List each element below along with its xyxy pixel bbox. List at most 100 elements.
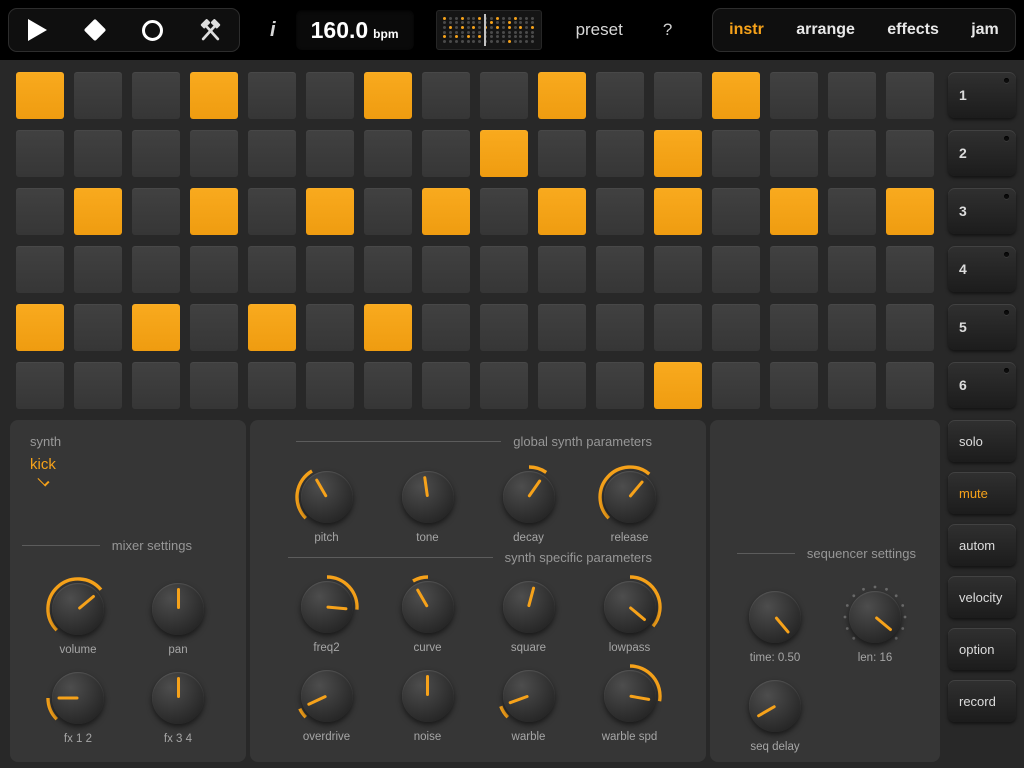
step-r3-c13[interactable] (712, 188, 760, 235)
step-r6-c7[interactable] (364, 362, 412, 409)
knob-pan[interactable]: pan (128, 575, 228, 656)
track-button-4[interactable]: 4 (948, 246, 1016, 292)
step-r1-c6[interactable] (306, 72, 354, 119)
play-button[interactable] (16, 10, 60, 50)
step-r5-c15[interactable] (828, 304, 876, 351)
pattern-minimap[interactable] (435, 10, 542, 50)
option-button[interactable]: option (948, 628, 1016, 670)
step-r5-c14[interactable] (770, 304, 818, 351)
synth-value[interactable]: kick (30, 456, 246, 473)
step-r6-c15[interactable] (828, 362, 876, 409)
step-r4-c14[interactable] (770, 246, 818, 293)
step-r5-c4[interactable] (190, 304, 238, 351)
step-r6-c6[interactable] (306, 362, 354, 409)
step-r4-c11[interactable] (596, 246, 644, 293)
step-r2-c13[interactable] (712, 130, 760, 177)
step-r5-c16[interactable] (886, 304, 934, 351)
step-r2-c4[interactable] (190, 130, 238, 177)
tab-jam[interactable]: jam (971, 21, 999, 39)
step-r3-c12[interactable] (654, 188, 702, 235)
step-r1-c12[interactable] (654, 72, 702, 119)
step-r3-c4[interactable] (190, 188, 238, 235)
knob-square[interactable]: square (478, 573, 579, 654)
step-r4-c12[interactable] (654, 246, 702, 293)
velocity-button[interactable]: velocity (948, 576, 1016, 618)
step-r2-c8[interactable] (422, 130, 470, 177)
step-r2-c5[interactable] (248, 130, 296, 177)
step-r1-c11[interactable] (596, 72, 644, 119)
pattern-button[interactable] (73, 10, 117, 50)
step-r1-c4[interactable] (190, 72, 238, 119)
step-r1-c16[interactable] (886, 72, 934, 119)
step-r4-c13[interactable] (712, 246, 760, 293)
step-r1-c13[interactable] (712, 72, 760, 119)
step-r4-c9[interactable] (480, 246, 528, 293)
step-r5-c5[interactable] (248, 304, 296, 351)
step-r4-c8[interactable] (422, 246, 470, 293)
chevron-down-icon[interactable] (37, 474, 50, 487)
step-r2-c3[interactable] (132, 130, 180, 177)
knob-pitch[interactable]: pitch (276, 463, 377, 544)
step-r3-c2[interactable] (74, 188, 122, 235)
step-r2-c15[interactable] (828, 130, 876, 177)
step-r3-c3[interactable] (132, 188, 180, 235)
step-r6-c8[interactable] (422, 362, 470, 409)
knob-tone[interactable]: tone (377, 463, 478, 544)
step-r5-c6[interactable] (306, 304, 354, 351)
step-r5-c1[interactable] (16, 304, 64, 351)
step-r4-c15[interactable] (828, 246, 876, 293)
track-button-6[interactable]: 6 (948, 362, 1016, 408)
step-r4-c10[interactable] (538, 246, 586, 293)
knob-decay[interactable]: decay (478, 463, 579, 544)
mute-button[interactable]: mute (948, 472, 1016, 514)
step-r1-c9[interactable] (480, 72, 528, 119)
knob-warble-spd[interactable]: warble spd (579, 662, 680, 743)
step-r1-c5[interactable] (248, 72, 296, 119)
step-r5-c12[interactable] (654, 304, 702, 351)
track-button-2[interactable]: 2 (948, 130, 1016, 176)
step-r6-c1[interactable] (16, 362, 64, 409)
tab-instr[interactable]: instr (729, 21, 764, 39)
autom-button[interactable]: autom (948, 524, 1016, 566)
knob-time-0-50[interactable]: time: 0.50 (725, 583, 825, 664)
step-r5-c2[interactable] (74, 304, 122, 351)
step-r6-c11[interactable] (596, 362, 644, 409)
step-r3-c7[interactable] (364, 188, 412, 235)
step-r1-c14[interactable] (770, 72, 818, 119)
knob-fx-1-2[interactable]: fx 1 2 (28, 664, 128, 745)
loop-button[interactable] (131, 10, 175, 50)
step-r6-c12[interactable] (654, 362, 702, 409)
step-r3-c14[interactable] (770, 188, 818, 235)
solo-button[interactable]: solo (948, 420, 1016, 462)
knob-volume[interactable]: volume (28, 575, 128, 656)
step-r6-c3[interactable] (132, 362, 180, 409)
step-r2-c7[interactable] (364, 130, 412, 177)
step-r6-c16[interactable] (886, 362, 934, 409)
step-r5-c3[interactable] (132, 304, 180, 351)
knob-release[interactable]: release (579, 463, 680, 544)
knob-len-16[interactable]: len: 16 (825, 583, 925, 664)
tools-button[interactable] (188, 10, 232, 50)
step-r6-c10[interactable] (538, 362, 586, 409)
step-r5-c8[interactable] (422, 304, 470, 351)
step-r6-c4[interactable] (190, 362, 238, 409)
step-r2-c16[interactable] (886, 130, 934, 177)
knob-curve[interactable]: curve (377, 573, 478, 654)
step-r2-c1[interactable] (16, 130, 64, 177)
step-r1-c8[interactable] (422, 72, 470, 119)
step-r3-c5[interactable] (248, 188, 296, 235)
step-r2-c2[interactable] (74, 130, 122, 177)
track-button-1[interactable]: 1 (948, 72, 1016, 118)
knob-lowpass[interactable]: lowpass (579, 573, 680, 654)
step-r2-c9[interactable] (480, 130, 528, 177)
step-r2-c14[interactable] (770, 130, 818, 177)
knob-warble[interactable]: warble (478, 662, 579, 743)
knob-overdrive[interactable]: overdrive (276, 662, 377, 743)
knob-seq-delay[interactable]: seq delay (725, 672, 825, 753)
step-r5-c10[interactable] (538, 304, 586, 351)
knob-noise[interactable]: noise (377, 662, 478, 743)
step-r3-c11[interactable] (596, 188, 644, 235)
step-r3-c8[interactable] (422, 188, 470, 235)
record-button[interactable]: record (948, 680, 1016, 722)
step-r4-c6[interactable] (306, 246, 354, 293)
